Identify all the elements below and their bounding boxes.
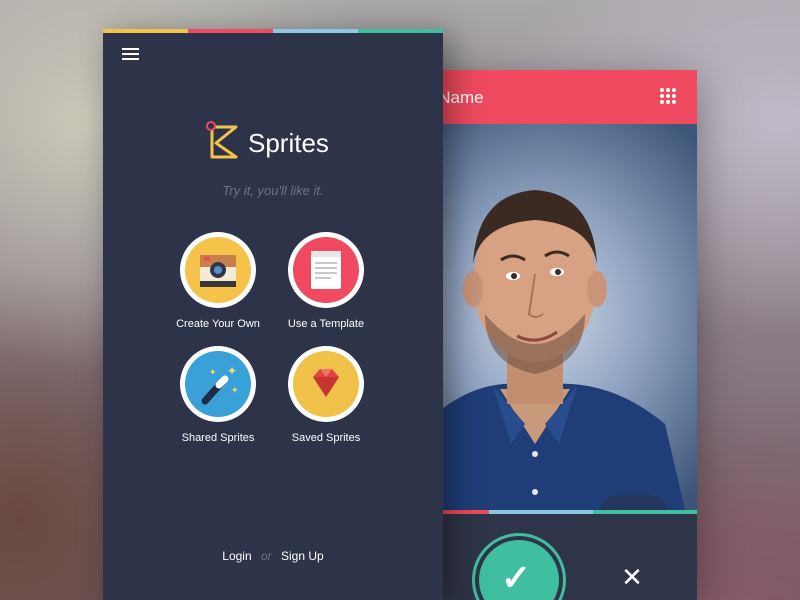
- login-link[interactable]: Login: [222, 549, 251, 563]
- color-strip: [103, 29, 443, 33]
- tile-use-a-template[interactable]: Use a Template: [271, 232, 381, 330]
- cancel-button[interactable]: ✕: [617, 562, 647, 592]
- magic-wand-icon: ✦ ✦ ✦: [185, 351, 251, 417]
- document-icon: [293, 237, 359, 303]
- signup-link[interactable]: Sign Up: [281, 549, 324, 563]
- svg-text:✦: ✦: [227, 364, 237, 378]
- svg-text:✦: ✦: [231, 386, 239, 396]
- tile-label: Saved Sprites: [291, 432, 361, 444]
- or-text: or: [261, 549, 272, 563]
- strip-segment-blue: [489, 510, 593, 514]
- photo-actions: ✦ •••: [598, 495, 670, 510]
- strip-segment-blue: [273, 29, 358, 33]
- strip-segment-teal: [358, 29, 443, 33]
- close-icon: ✕: [621, 562, 643, 592]
- tagline: Try it, you'll like it.: [222, 183, 324, 198]
- home-screen: Sprites Try it, you'll like it. Create Y…: [103, 29, 443, 600]
- strip-segment-red: [188, 29, 273, 33]
- gem-icon: [293, 351, 359, 417]
- check-icon: ✓: [501, 557, 532, 598]
- strip-segment-yellow: [103, 29, 188, 33]
- auth-links: Login or Sign Up: [103, 549, 443, 563]
- tile-label: Shared Sprites: [181, 432, 255, 444]
- tile-create-your-own[interactable]: Create Your Own: [163, 232, 273, 330]
- hamburger-menu-icon[interactable]: [122, 48, 139, 62]
- tile-label: Use a Template: [287, 318, 365, 330]
- tile-label: Create Your Own: [176, 318, 260, 330]
- strip-segment-teal: [593, 510, 697, 514]
- grid-icon[interactable]: [660, 88, 677, 105]
- svg-text:✦: ✦: [209, 368, 217, 378]
- sprites-logo-icon: [206, 121, 238, 159]
- camera-icon: [185, 237, 251, 303]
- app-title: Sprites: [248, 128, 329, 158]
- tile-saved-sprites[interactable]: Saved Sprites: [271, 346, 381, 444]
- confirm-button[interactable]: ✓: [479, 540, 559, 600]
- tile-shared-sprites[interactable]: ✦ ✦ ✦ Shared Sprites: [163, 346, 273, 444]
